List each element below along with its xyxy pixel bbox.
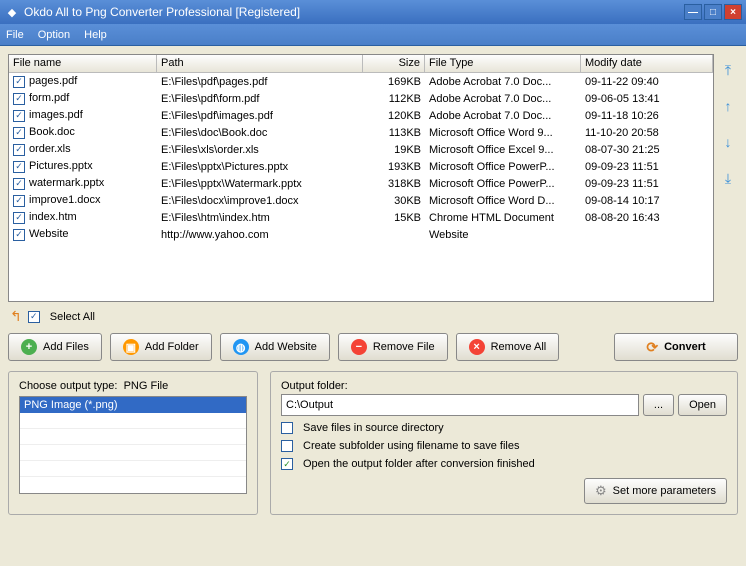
row-checkbox[interactable]: ✓	[13, 212, 25, 224]
output-type-list[interactable]: PNG Image (*.png)	[19, 396, 247, 494]
subfolder-checkbox[interactable]	[281, 440, 293, 452]
table-row[interactable]: ✓order.xlsE:\Files\xls\order.xls19KBMicr…	[9, 141, 713, 158]
table-row[interactable]: ✓pages.pdfE:\Files\pdf\pages.pdf169KBAdo…	[9, 73, 713, 90]
save-source-checkbox[interactable]	[281, 422, 293, 434]
row-checkbox[interactable]: ✓	[13, 195, 25, 207]
col-path[interactable]: Path	[157, 55, 363, 72]
minimize-button[interactable]: —	[684, 4, 702, 20]
move-top-button[interactable]: ⤒	[718, 60, 738, 80]
window-title: Okdo All to Png Converter Professional […	[24, 5, 684, 19]
browse-button[interactable]: ...	[643, 394, 674, 416]
row-checkbox[interactable]: ✓	[13, 93, 25, 105]
minus-icon: −	[351, 339, 367, 355]
gear-icon: ⚙	[595, 483, 607, 499]
convert-button[interactable]: ⟳Convert	[614, 333, 738, 361]
open-after-checkbox[interactable]: ✓	[281, 458, 293, 470]
move-down-button[interactable]: ↓	[718, 132, 738, 152]
output-type-value: PNG File	[124, 380, 169, 392]
table-row[interactable]: ✓form.pdfE:\Files\pdf\form.pdf112KBAdobe…	[9, 90, 713, 107]
remove-file-button[interactable]: −Remove File	[338, 333, 448, 361]
titlebar: ◆ Okdo All to Png Converter Professional…	[0, 0, 746, 24]
col-type[interactable]: File Type	[425, 55, 581, 72]
file-list[interactable]: File name Path Size File Type Modify dat…	[8, 54, 714, 302]
move-bottom-button[interactable]: ⤓	[718, 168, 738, 188]
app-icon: ◆	[4, 4, 20, 20]
close-button[interactable]: ×	[724, 4, 742, 20]
table-row[interactable]: ✓improve1.docxE:\Files\docx\improve1.doc…	[9, 192, 713, 209]
output-folder-panel: Output folder: ... Open Save files in so…	[270, 371, 738, 515]
file-list-header: File name Path Size File Type Modify dat…	[9, 55, 713, 73]
move-up-button[interactable]: ↑	[718, 96, 738, 116]
row-checkbox[interactable]: ✓	[13, 144, 25, 156]
table-row[interactable]: ✓Book.docE:\Files\doc\Book.doc113KBMicro…	[9, 124, 713, 141]
output-type-option[interactable]: PNG Image (*.png)	[20, 397, 246, 413]
table-row[interactable]: ✓index.htmE:\Files\htm\index.htm15KBChro…	[9, 209, 713, 226]
col-name[interactable]: File name	[9, 55, 157, 72]
convert-icon: ⟳	[646, 339, 658, 356]
output-folder-input[interactable]	[281, 394, 639, 416]
add-folder-button[interactable]: ▣Add Folder	[110, 333, 212, 361]
col-size[interactable]: Size	[363, 55, 425, 72]
up-arrow-icon: ↰	[10, 308, 22, 325]
row-checkbox[interactable]: ✓	[13, 127, 25, 139]
add-website-button[interactable]: ◍Add Website	[220, 333, 330, 361]
save-source-label: Save files in source directory	[303, 422, 444, 434]
menu-option[interactable]: Option	[38, 29, 70, 41]
open-folder-button[interactable]: Open	[678, 394, 727, 416]
output-type-panel: Choose output type: PNG File PNG Image (…	[8, 371, 258, 515]
menu-file[interactable]: File	[6, 29, 24, 41]
row-checkbox[interactable]: ✓	[13, 76, 25, 88]
open-after-label: Open the output folder after conversion …	[303, 458, 535, 470]
folder-icon: ▣	[123, 339, 139, 355]
select-all-checkbox[interactable]: ✓	[28, 311, 40, 323]
row-checkbox[interactable]: ✓	[13, 178, 25, 190]
add-files-button[interactable]: +Add Files	[8, 333, 102, 361]
globe-icon: ◍	[233, 339, 249, 355]
table-row[interactable]: ✓images.pdfE:\Files\pdf\images.pdf120KBA…	[9, 107, 713, 124]
x-icon: ×	[469, 339, 485, 355]
menu-help[interactable]: Help	[84, 29, 107, 41]
row-checkbox[interactable]: ✓	[13, 110, 25, 122]
subfolder-label: Create subfolder using filename to save …	[303, 440, 519, 452]
remove-all-button[interactable]: ×Remove All	[456, 333, 560, 361]
row-checkbox[interactable]: ✓	[13, 161, 25, 173]
output-folder-label: Output folder:	[281, 380, 727, 392]
col-date[interactable]: Modify date	[581, 55, 713, 72]
table-row[interactable]: ✓watermark.pptxE:\Files\pptx\Watermark.p…	[9, 175, 713, 192]
set-more-parameters-button[interactable]: ⚙Set more parameters	[584, 478, 727, 504]
menubar: File Option Help	[0, 24, 746, 46]
output-type-label: Choose output type:	[19, 380, 117, 392]
select-all-label: Select All	[50, 311, 95, 323]
table-row[interactable]: ✓Websitehttp://www.yahoo.comWebsite	[9, 226, 713, 243]
row-checkbox[interactable]: ✓	[13, 229, 25, 241]
plus-icon: +	[21, 339, 37, 355]
table-row[interactable]: ✓Pictures.pptxE:\Files\pptx\Pictures.ppt…	[9, 158, 713, 175]
maximize-button[interactable]: □	[704, 4, 722, 20]
